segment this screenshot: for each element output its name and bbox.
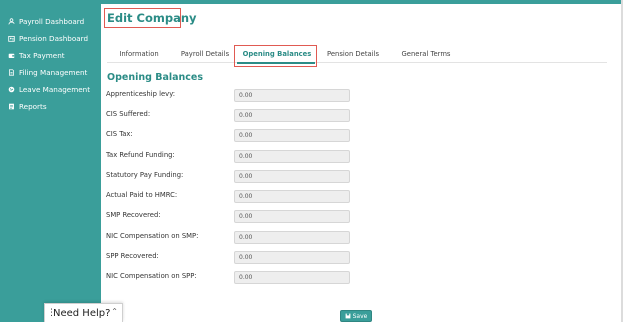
form-row-smp-recovered: SMP Recovered:	[101, 210, 461, 230]
sidebar-item-filing-management[interactable]: Filing Management	[7, 64, 90, 81]
tab-information[interactable]: Information	[111, 44, 167, 63]
document-icon	[7, 69, 15, 77]
field-label: Actual Paid to HMRC:	[106, 191, 178, 199]
sidebar-item-label: Leave Management	[19, 85, 91, 94]
field-label: SMP Recovered:	[106, 211, 161, 219]
field-label: SPP Recovered:	[106, 252, 159, 260]
tab-general-terms[interactable]: General Terms	[395, 44, 457, 63]
main-content: Edit Company Information Payroll Details…	[101, 0, 623, 322]
save-button[interactable]: Save	[340, 310, 372, 322]
top-bar	[101, 0, 623, 4]
field-label: NIC Compensation on SMP:	[106, 232, 199, 240]
spp-recovered-input[interactable]	[234, 251, 350, 264]
field-label: CIS Suffered:	[106, 110, 151, 118]
wallet-icon	[7, 52, 15, 60]
field-label: Apprenticeship levy:	[106, 90, 176, 98]
field-label: CIS Tax:	[106, 130, 133, 138]
smp-recovered-input[interactable]	[234, 210, 350, 223]
tab-pension-details[interactable]: Pension Details	[323, 44, 383, 63]
form-row-actual-paid-to-hmrc: Actual Paid to HMRC:	[101, 190, 461, 210]
tab-bar: Information Payroll Details Opening Bala…	[107, 44, 607, 63]
field-label: Tax Refund Funding:	[106, 151, 175, 159]
floppy-disk-icon	[345, 313, 351, 319]
sidebar: Payroll Dashboard Pension Dashboard Tax …	[0, 0, 101, 322]
form-row-spp-recovered: SPP Recovered:	[101, 251, 461, 271]
section-title: Opening Balances	[107, 72, 204, 83]
sidebar-item-reports[interactable]: Reports	[7, 98, 90, 115]
nic-compensation-on-spp-input[interactable]	[234, 271, 350, 284]
page-title: Edit Company	[104, 8, 197, 28]
chevron-up-icon[interactable]: ⌃	[111, 307, 118, 316]
tab-highlight-box	[234, 45, 317, 67]
cis-tax-input[interactable]	[234, 129, 350, 142]
field-label: NIC Compensation on SPP:	[106, 272, 197, 280]
need-help-widget[interactable]: ⋮ Need Help? ⌃	[44, 303, 123, 322]
sidebar-item-tax-payment[interactable]: Tax Payment	[7, 47, 90, 64]
form-row-tax-refund-funding: Tax Refund Funding:	[101, 150, 461, 170]
id-card-icon	[7, 35, 15, 43]
globe-icon	[7, 86, 15, 94]
sidebar-item-leave-management[interactable]: Leave Management	[7, 81, 90, 98]
sidebar-item-label: Reports	[19, 102, 47, 111]
hand-coins-icon	[7, 18, 15, 26]
sidebar-item-label: Filing Management	[19, 68, 88, 77]
report-icon	[7, 103, 15, 111]
sidebar-nav: Payroll Dashboard Pension Dashboard Tax …	[7, 13, 90, 115]
actual-paid-to-hmrc-input[interactable]	[234, 190, 350, 203]
form-row-nic-compensation-on-smp: NIC Compensation on SMP:	[101, 231, 461, 251]
statutory-pay-funding-input[interactable]	[234, 170, 350, 183]
form-row-apprenticeship-levy: Apprenticeship levy:	[101, 89, 461, 109]
sidebar-item-pension-dashboard[interactable]: Pension Dashboard	[7, 30, 90, 47]
form-row-cis-tax: CIS Tax:	[101, 129, 461, 149]
form-row-nic-compensation-on-spp: NIC Compensation on SPP:	[101, 271, 461, 291]
need-help-label: Need Help?	[53, 307, 111, 319]
sidebar-item-label: Payroll Dashboard	[19, 17, 85, 26]
tax-refund-funding-input[interactable]	[234, 150, 350, 163]
form-row-cis-suffered: CIS Suffered:	[101, 109, 461, 129]
sidebar-item-label: Pension Dashboard	[19, 34, 89, 43]
sidebar-item-label: Tax Payment	[19, 51, 65, 60]
nic-compensation-on-smp-input[interactable]	[234, 231, 350, 244]
sidebar-item-payroll-dashboard[interactable]: Payroll Dashboard	[7, 13, 90, 30]
form-row-statutory-pay-funding: Statutory Pay Funding:	[101, 170, 461, 190]
apprenticeship-levy-input[interactable]	[234, 89, 350, 102]
save-button-label: Save	[352, 312, 368, 320]
cis-suffered-input[interactable]	[234, 109, 350, 122]
tab-payroll-details[interactable]: Payroll Details	[175, 44, 235, 63]
field-label: Statutory Pay Funding:	[106, 171, 184, 179]
